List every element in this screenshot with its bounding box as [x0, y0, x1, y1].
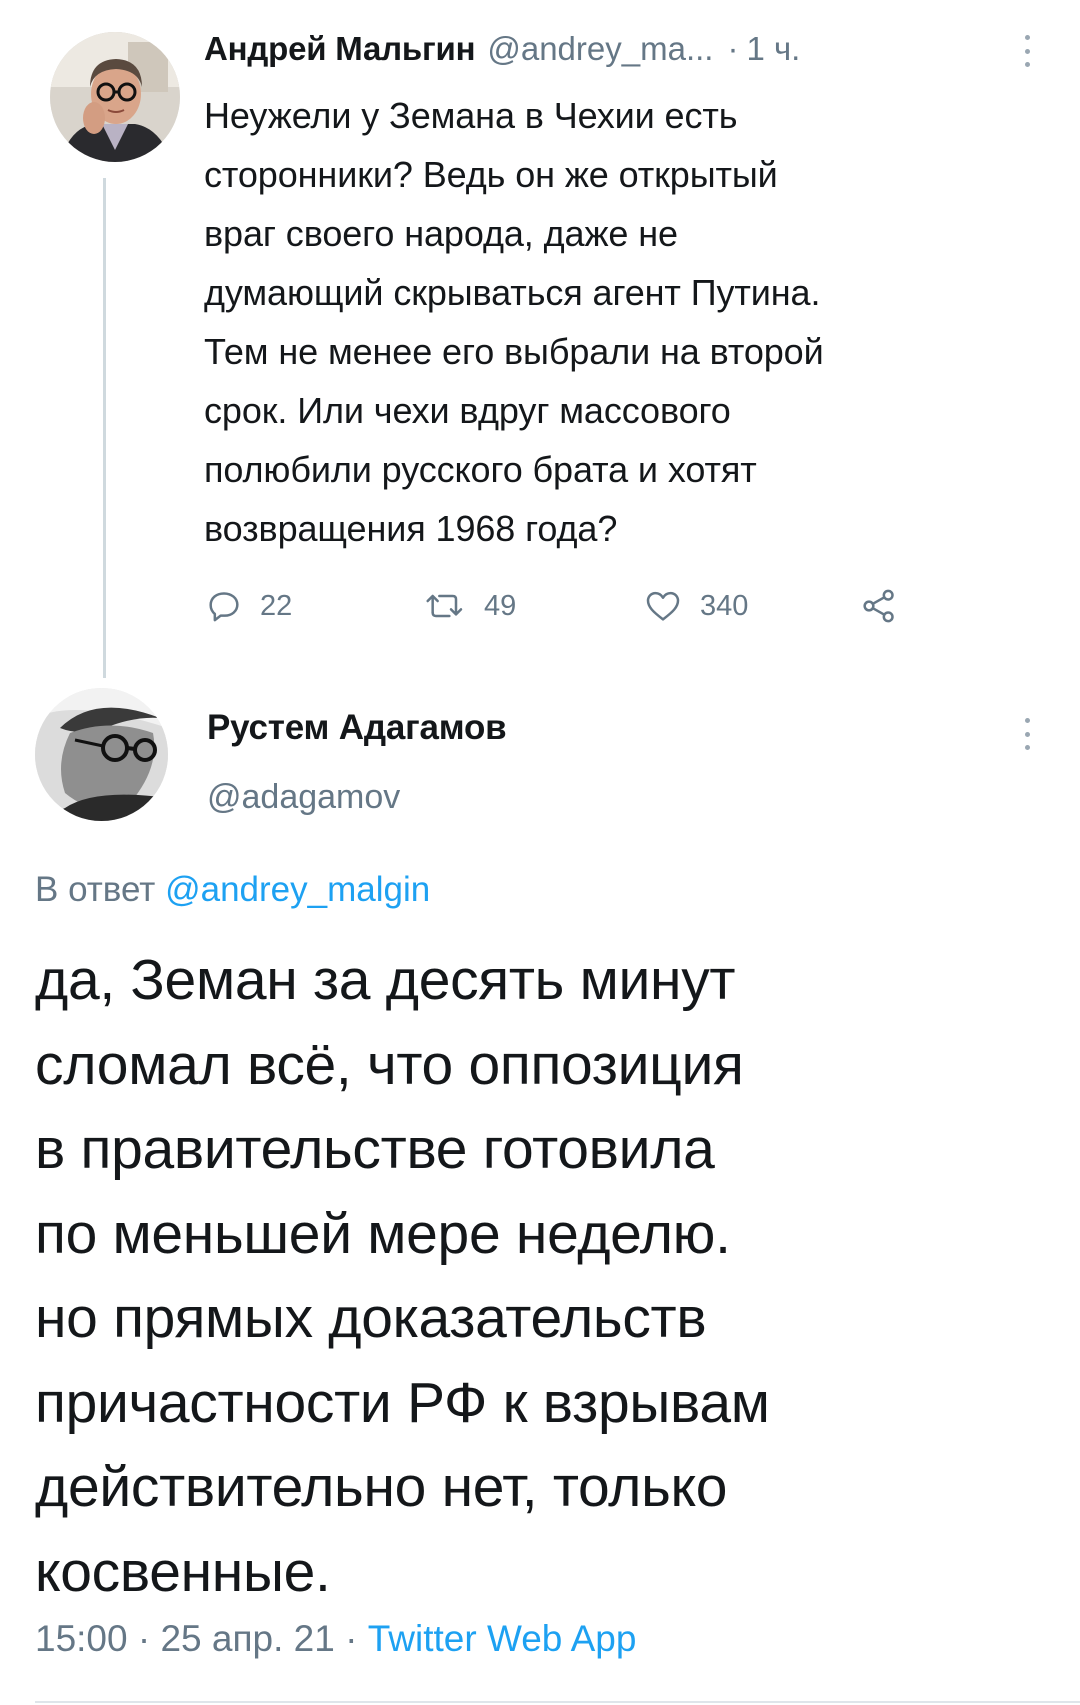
thread-connector-line — [103, 178, 106, 678]
more-vertical-icon[interactable] — [1022, 35, 1032, 67]
share-icon — [859, 586, 899, 626]
reply-count: 22 — [260, 589, 293, 622]
reply-context: В ответ @andrey_malgin — [35, 870, 430, 910]
reply-icon — [204, 586, 244, 626]
meta-separator: · — [345, 1618, 358, 1659]
avatar-andrey-malgin[interactable] — [50, 32, 180, 162]
retweet-button[interactable]: 49 — [424, 580, 516, 632]
tweet-time[interactable]: 15:00 — [35, 1618, 128, 1659]
reply-handle-link[interactable]: @andrey_malgin — [165, 870, 430, 909]
author-handle[interactable]: @adagamov — [207, 778, 400, 817]
tweet-date[interactable]: 25 апр. 21 — [160, 1618, 334, 1659]
tweet1-header: Андрей Мальгин @andrey_ma... · 1 ч. — [204, 30, 800, 80]
reply-button[interactable]: 22 — [204, 580, 292, 632]
tweet1-actions: 22 49 340 — [204, 580, 924, 632]
author-name[interactable]: Андрей Мальгин — [204, 30, 476, 68]
more-vertical-icon[interactable] — [1022, 718, 1032, 750]
tweet2-meta: 15:00 · 25 апр. 21 · Twitter Web App — [35, 1618, 636, 1660]
header-separator: · — [727, 30, 739, 67]
tweet-source-link[interactable]: Twitter Web App — [368, 1618, 637, 1659]
heart-icon — [642, 586, 684, 626]
like-button[interactable]: 340 — [642, 580, 748, 632]
avatar-rustem-adagamov[interactable] — [35, 688, 168, 821]
like-count: 340 — [700, 589, 749, 622]
tweet1-text: Неужели у Земана в Чехии есть сторонники… — [204, 95, 824, 549]
author-name[interactable]: Рустем Адагамов — [207, 708, 507, 748]
author-handle[interactable]: @andrey_ma... — [487, 30, 713, 68]
retweet-icon — [424, 586, 468, 626]
retweet-count: 49 — [484, 589, 517, 622]
divider — [35, 1701, 1080, 1703]
meta-separator: · — [137, 1618, 151, 1659]
reply-prefix: В ответ — [35, 870, 156, 909]
share-button[interactable] — [859, 580, 899, 632]
tweet2-text: да, Земан за десять минут сломал всё, чт… — [35, 948, 770, 1604]
tweet-timestamp[interactable]: 1 ч. — [746, 30, 800, 68]
